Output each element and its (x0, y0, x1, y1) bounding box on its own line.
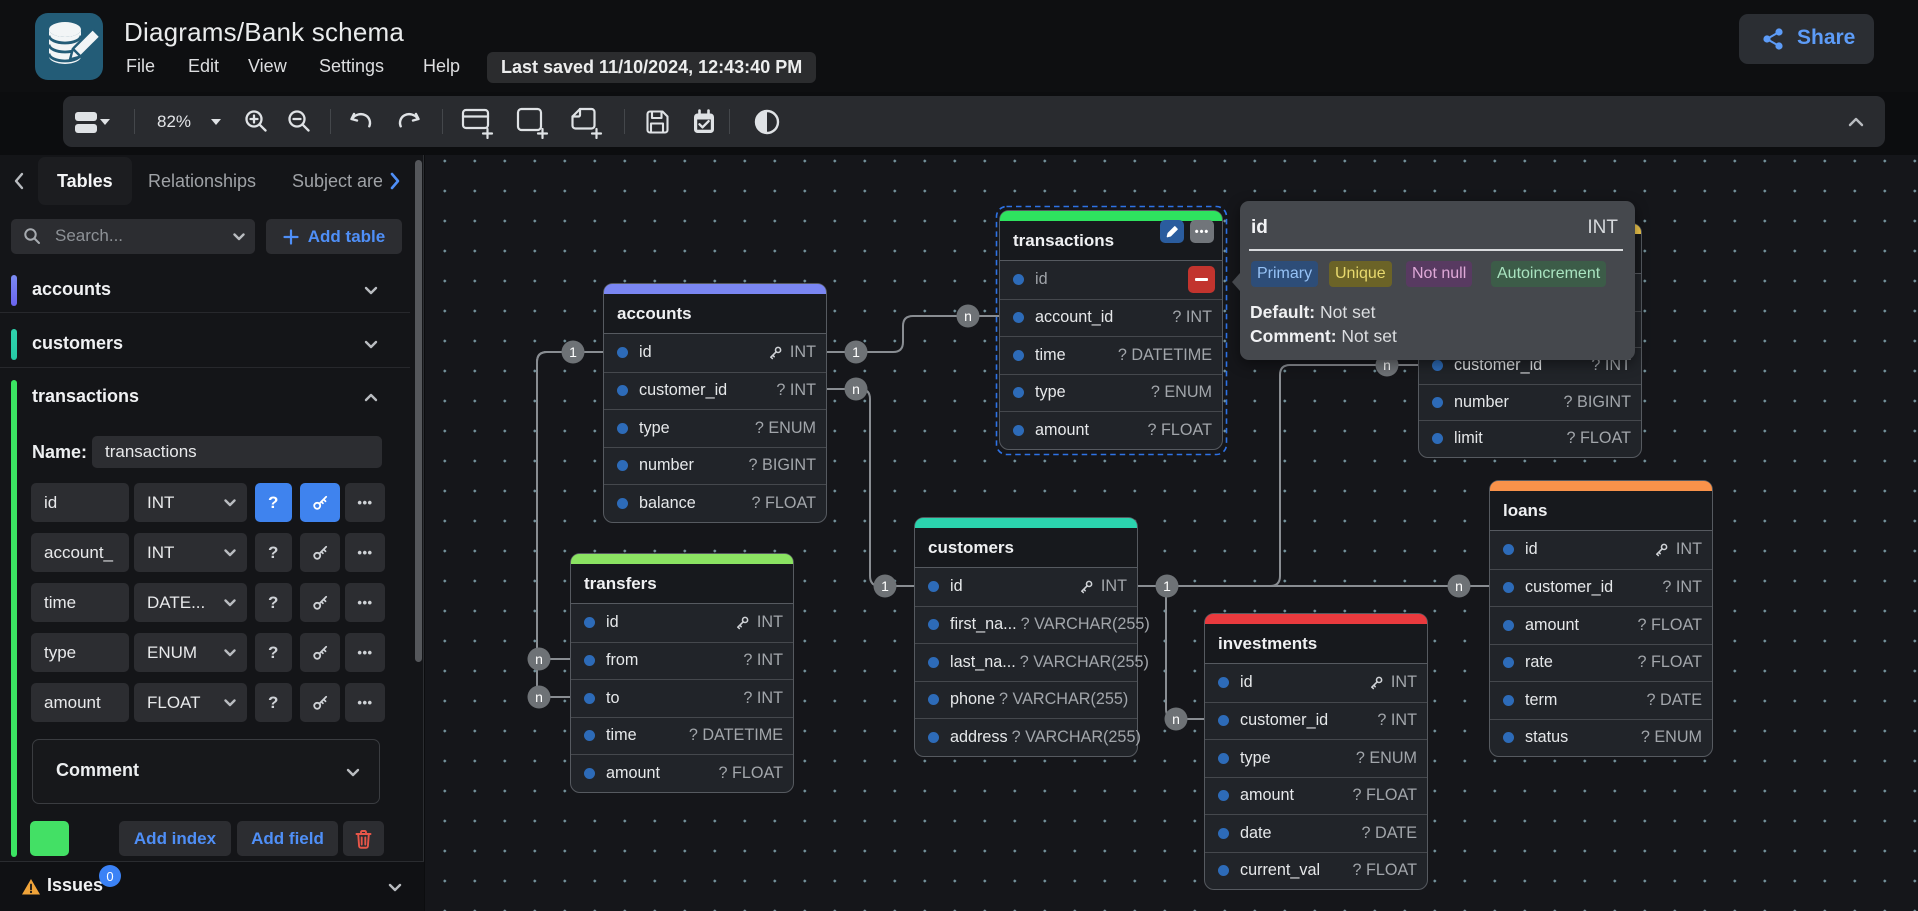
svg-text:1: 1 (569, 344, 577, 360)
svg-text:1: 1 (1163, 578, 1171, 594)
svg-text:1: 1 (881, 578, 889, 594)
svg-text:n: n (1172, 711, 1180, 727)
svg-text:n: n (964, 308, 972, 324)
svg-text:n: n (535, 689, 543, 705)
svg-text:1: 1 (852, 344, 860, 360)
svg-text:n: n (1455, 578, 1463, 594)
svg-text:n: n (535, 651, 543, 667)
svg-text:n: n (852, 381, 860, 397)
